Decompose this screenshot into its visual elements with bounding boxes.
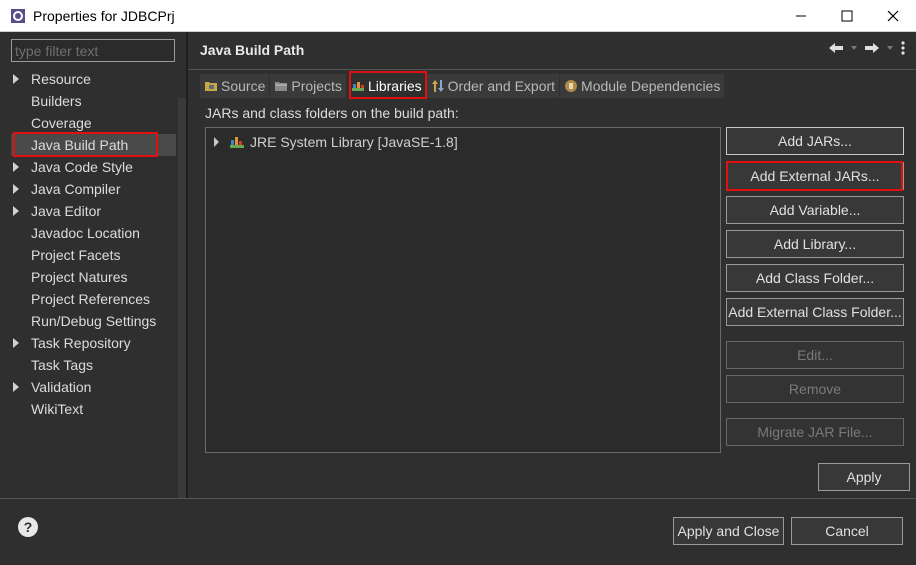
sidebar-item-run-debug-settings[interactable]: Run/Debug Settings [11,310,176,332]
tab-label: Order and Export [447,78,556,94]
filter-input[interactable] [11,39,175,62]
sidebar-item-label: Project References [31,291,151,307]
remove-button[interactable]: Remove [726,375,904,403]
sidebar-item-project-natures[interactable]: Project Natures [11,266,176,288]
edit-button[interactable]: Edit... [726,341,904,369]
sidebar-item-project-references[interactable]: Project References [11,288,176,310]
title-bar: Properties for JDBCPrj [0,0,916,32]
sidebar-item-java-code-style[interactable]: Java Code Style [11,156,176,178]
add-library-button[interactable]: Add Library... [726,230,904,258]
sidebar-item-resource[interactable]: Resource [11,68,176,90]
sidebar-item-java-compiler[interactable]: Java Compiler [11,178,176,200]
sidebar-item-javadoc-location[interactable]: Javadoc Location [11,222,176,244]
sidebar-item-label: Task Tags [31,357,93,373]
footer-divider [0,498,916,499]
window-title: Properties for JDBCPrj [33,8,175,24]
sidebar-item-label: Builders [31,93,82,109]
tab-bar: Source Projects Libraries Order and Expo… [200,74,726,98]
minimize-button[interactable] [778,0,824,31]
sidebar-item-label: Javadoc Location [31,225,140,241]
add-external-jars-button[interactable]: Add External JARs... [726,162,904,190]
list-item[interactable]: JRE System Library [JavaSE-1.8] [212,132,458,152]
tab-libraries[interactable]: Libraries [346,74,427,98]
history-nav [828,40,906,56]
main-panel: Java Build Path Source Projects Librarie… [188,32,916,498]
sidebar-item-validation[interactable]: Validation [11,376,176,398]
tab-label: Projects [291,78,342,94]
expand-arrow-icon[interactable] [13,206,19,216]
expand-arrow-icon[interactable] [214,137,219,147]
sidebar-item-label: Java Code Style [31,159,133,175]
sidebar-item-label: Validation [31,379,92,395]
libraries-icon [351,82,364,91]
library-label: JRE System Library [JavaSE-1.8] [250,134,458,150]
sidebar-item-label: Java Editor [31,203,102,219]
order-export-icon [431,80,444,92]
sidebar-item-label: Java Build Path [31,137,129,153]
sidebar-item-label: Run/Debug Settings [31,313,157,329]
cancel-button[interactable]: Cancel [791,517,903,545]
sidebar: Resource Builders Coverage Java Build Pa… [0,32,187,498]
close-icon [887,10,899,21]
expand-arrow-icon[interactable] [13,162,19,172]
tab-projects[interactable]: Projects [270,74,347,98]
eclipse-app-icon [11,9,25,23]
more-menu-icon[interactable] [900,40,906,56]
tab-module-dependencies[interactable]: Module Dependencies [560,74,726,98]
tab-label: Libraries [367,78,422,94]
sidebar-item-label: Task Repository [31,335,131,351]
minimize-icon [796,15,806,16]
expand-arrow-icon[interactable] [13,184,19,194]
apply-button[interactable]: Apply [818,463,910,491]
sidebar-item-label: Resource [31,71,91,87]
close-button[interactable] [870,0,916,31]
tab-label: Source [221,78,266,94]
add-class-folder-button[interactable]: Add Class Folder... [726,264,904,292]
sidebar-item-task-repository[interactable]: Task Repository [11,332,176,354]
library-tree[interactable]: JRE System Library [JavaSE-1.8] [205,127,721,453]
sidebar-item-wikitext[interactable]: WikiText [11,398,176,420]
apply-and-close-button[interactable]: Apply and Close [673,517,784,545]
tab-order-and-export[interactable]: Order and Export [426,74,561,98]
migrate-jar-button[interactable]: Migrate JAR File... [726,418,904,446]
sidebar-item-label: Project Natures [31,269,128,285]
add-variable-button[interactable]: Add Variable... [726,196,904,224]
jre-library-icon [230,137,244,148]
page-title: Java Build Path [200,42,305,58]
module-icon [565,80,578,92]
add-jars-button[interactable]: Add JARs... [726,127,904,155]
forward-arrow-icon[interactable] [864,42,880,54]
sidebar-item-label: Coverage [31,115,92,131]
projects-icon [275,82,288,91]
sidebar-item-coverage[interactable]: Coverage [11,112,176,134]
expand-arrow-icon[interactable] [13,382,19,392]
add-external-class-folder-button[interactable]: Add External Class Folder... [726,298,904,326]
chevron-down-icon[interactable] [886,44,894,52]
sidebar-item-label: WikiText [31,401,84,417]
sidebar-item-java-build-path[interactable]: Java Build Path [11,134,176,156]
chevron-down-icon[interactable] [850,44,858,52]
source-folder-icon [205,82,217,91]
sidebar-item-java-editor[interactable]: Java Editor [11,200,176,222]
sidebar-item-label: Java Compiler [31,181,121,197]
back-arrow-icon[interactable] [828,42,844,54]
sidebar-item-builders[interactable]: Builders [11,90,176,112]
expand-arrow-icon[interactable] [13,338,19,348]
help-icon[interactable]: ? [18,517,38,537]
maximize-icon [841,10,853,21]
list-label: JARs and class folders on the build path… [205,105,459,121]
tab-label: Module Dependencies [581,78,721,94]
expand-arrow-icon[interactable] [13,74,19,84]
sidebar-item-label: Project Facets [31,247,121,263]
header-divider [188,69,916,70]
sidebar-item-task-tags[interactable]: Task Tags [11,354,176,376]
maximize-button[interactable] [824,0,870,31]
sidebar-item-project-facets[interactable]: Project Facets [11,244,176,266]
tab-source[interactable]: Source [200,74,271,98]
sidebar-scrollbar[interactable] [178,98,186,498]
